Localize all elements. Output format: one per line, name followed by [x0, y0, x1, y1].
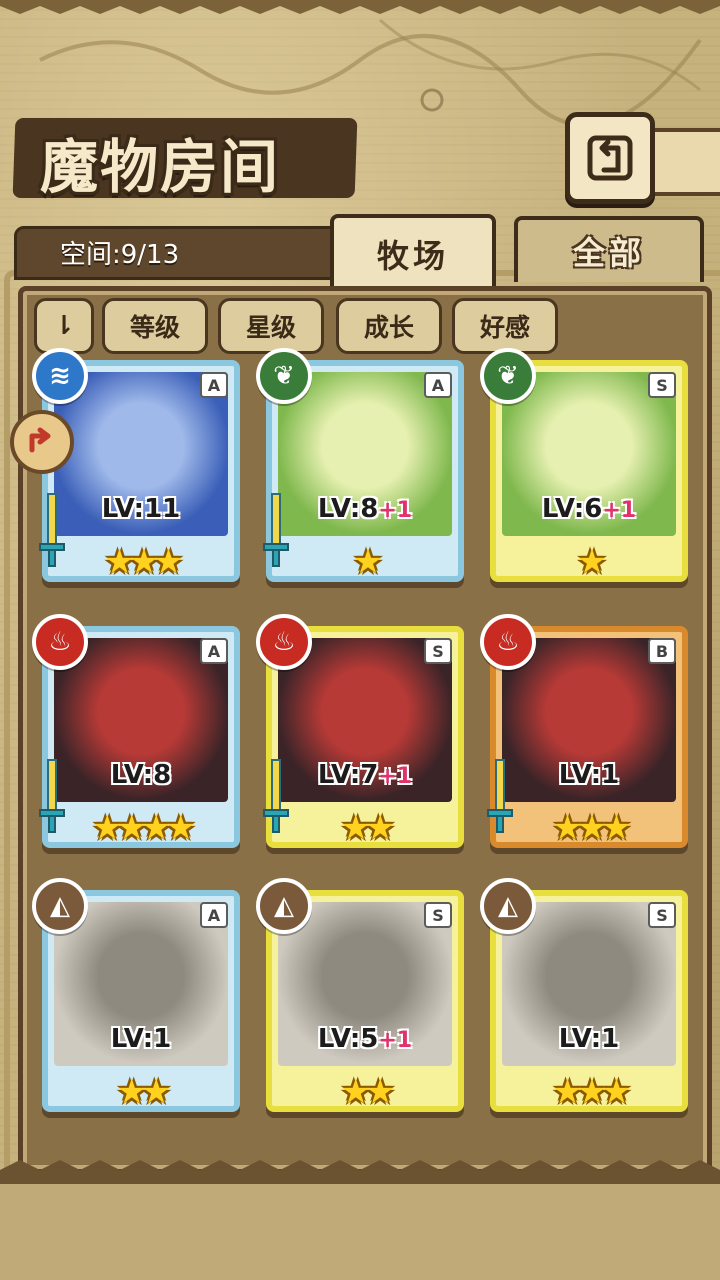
fire-element-icon: ♨: [256, 614, 312, 670]
rank-badge: A: [200, 372, 228, 398]
level-value: LV:6: [541, 494, 603, 524]
level-value: LV:11: [101, 494, 181, 524]
share-arrow-glyph: [29, 427, 51, 453]
star-rating: ★★★★: [92, 808, 196, 848]
rank-badge: S: [648, 372, 676, 398]
filter-growth[interactable]: 成长: [336, 298, 442, 354]
star-rating: ★: [576, 542, 607, 582]
filter-level[interactable]: 等级: [102, 298, 208, 354]
sword-icon: [487, 759, 513, 833]
bottom-border: [0, 1160, 720, 1184]
back-button[interactable]: [565, 112, 655, 204]
rank-badge: A: [200, 638, 228, 664]
sword-icon: [263, 493, 289, 567]
level-label: LV:7+1: [272, 760, 458, 790]
sword-icon: [39, 759, 65, 833]
bottom-ground: [0, 1178, 720, 1280]
sort-order-toggle[interactable]: ⇂: [34, 298, 94, 354]
grass-element-icon: ❦: [480, 348, 536, 404]
level-label: LV:1: [496, 1024, 682, 1054]
level-value: LV:1: [558, 760, 620, 790]
star-rating: ★★★: [552, 1072, 631, 1112]
fire-element-icon: ♨: [480, 614, 536, 670]
element-glyph: ♨: [48, 627, 72, 657]
filter-affinity[interactable]: 好感: [452, 298, 558, 354]
sort-order-icon: ⇂: [53, 311, 75, 341]
top-border: [0, 0, 720, 14]
level-plus: +1: [378, 764, 413, 789]
earth-element-icon: ◭: [480, 878, 536, 934]
element-glyph: ◭: [498, 891, 518, 921]
level-value: LV:1: [110, 1024, 172, 1054]
star-rating: ★: [352, 542, 383, 582]
level-value: LV:1: [558, 1024, 620, 1054]
rank-badge: S: [424, 902, 452, 928]
star-rating: ★★: [116, 1072, 172, 1112]
filter-star[interactable]: 星级: [218, 298, 324, 354]
water-element-icon: ≋: [32, 348, 88, 404]
level-value: LV:8: [110, 760, 172, 790]
level-label: LV:1: [48, 1024, 234, 1054]
sword-icon: [263, 759, 289, 833]
rank-badge: A: [200, 902, 228, 928]
rank-badge: B: [648, 638, 676, 664]
return-arrow-icon: [587, 135, 633, 181]
level-plus: +1: [378, 1028, 413, 1053]
earth-element-icon: ◭: [256, 878, 312, 934]
level-label: LV:5+1: [272, 1024, 458, 1054]
level-value: LV:8: [317, 494, 379, 524]
rank-badge: S: [424, 638, 452, 664]
level-plus: +1: [378, 498, 413, 523]
level-label: LV:11: [48, 494, 234, 524]
tab-all[interactable]: 全部: [514, 216, 704, 282]
level-value: LV:7: [317, 760, 379, 790]
fire-element-icon: ♨: [32, 614, 88, 670]
page-title: 魔物房间: [40, 133, 281, 201]
level-label: LV:8: [48, 760, 234, 790]
level-label: LV:8+1: [272, 494, 458, 524]
rank-badge: A: [424, 372, 452, 398]
capacity-text: 空间:9/13: [60, 240, 180, 270]
star-rating: ★★: [340, 808, 396, 848]
level-plus: +1: [602, 498, 637, 523]
element-glyph: ❦: [273, 361, 295, 391]
share-arrow-icon[interactable]: [10, 410, 74, 474]
element-glyph: ≋: [49, 361, 71, 391]
level-label: LV:1: [496, 760, 682, 790]
element-glyph: ◭: [50, 891, 70, 921]
sword-icon: [39, 493, 65, 567]
star-rating: ★★★: [104, 542, 183, 582]
level-label: LV:6+1: [496, 494, 682, 524]
tab-ranch[interactable]: 牧场: [330, 214, 496, 290]
star-rating: ★★: [340, 1072, 396, 1112]
element-glyph: ❦: [497, 361, 519, 391]
star-rating: ★★★: [552, 808, 631, 848]
grass-element-icon: ❦: [256, 348, 312, 404]
earth-element-icon: ◭: [32, 878, 88, 934]
element-glyph: ♨: [272, 627, 296, 657]
element-glyph: ♨: [496, 627, 520, 657]
rank-badge: S: [648, 902, 676, 928]
element-glyph: ◭: [274, 891, 294, 921]
level-value: LV:5: [317, 1024, 379, 1054]
